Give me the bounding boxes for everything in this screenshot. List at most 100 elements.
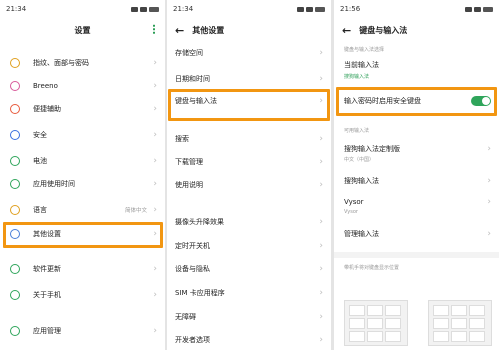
other-settings-item[interactable]: 无障碍 ›	[167, 306, 331, 328]
other-settings-item[interactable]: 使用说明 ›	[167, 174, 331, 196]
page-title: 键盘与输入法	[359, 25, 408, 35]
update-icon	[10, 264, 20, 274]
settings-item[interactable]: 电池 ›	[0, 150, 165, 172]
settings-item[interactable]: 语言 简体中文 ›	[0, 199, 165, 221]
other-settings-item[interactable]: SIM 卡应用程序 ›	[167, 282, 331, 304]
settings-item[interactable]: 应用管理 ›	[0, 320, 165, 342]
ime-sub-3: Vysor	[344, 209, 358, 215]
highlight-other-settings	[3, 222, 163, 248]
manage-ime-row[interactable]: 管理输入法 ›	[334, 225, 499, 243]
keyboard-input-panel: 21:56 ← 键盘与输入法 键盘与输入法选择 当前输入法 搜狗输入法 输入密码…	[334, 0, 499, 350]
section-header-ime: 键盘与输入法选择	[344, 47, 385, 53]
more-options-icon[interactable]	[153, 24, 155, 34]
settings-item[interactable]: 安全 ›	[0, 124, 165, 146]
chevron-right-icon: ›	[487, 197, 491, 207]
battery-icon	[10, 156, 20, 166]
status-time: 21:34	[173, 5, 194, 13]
other-settings-item[interactable]: 定时开关机 ›	[167, 235, 331, 257]
other-settings-item-label: 搜索	[175, 135, 189, 143]
signal-icon	[465, 6, 472, 12]
status-time: 21:56	[340, 5, 361, 13]
status-icons	[131, 6, 159, 12]
status-time: 21:34	[6, 5, 27, 13]
current-ime-row[interactable]: 当前输入法	[334, 58, 499, 72]
other-settings-item[interactable]: 存储空间 ›	[167, 42, 331, 64]
status-bar: 21:34	[0, 0, 165, 18]
other-settings-item-label: 无障碍	[175, 313, 196, 321]
chevron-right-icon: ›	[487, 176, 491, 186]
chevron-right-icon: ›	[319, 217, 323, 227]
chevron-right-icon: ›	[153, 58, 157, 68]
battery-status-icon	[149, 6, 159, 12]
settings-item-label: 指纹、面部与密码	[33, 59, 89, 67]
chevron-right-icon: ›	[153, 205, 157, 215]
settings-panel: 21:34 设置 指纹、面部与密码 › Breeno › 便捷辅助 › 安全 › 电池 › 应用使用…	[0, 0, 165, 350]
divider	[334, 252, 499, 258]
ime-label-3: Vysor	[344, 198, 364, 206]
page-title-bar: ← 其他设置	[167, 18, 331, 42]
chevron-right-icon: ›	[153, 104, 157, 114]
highlight-secure-keyboard	[336, 87, 497, 116]
ime-label-1: 搜狗输入法定制版	[344, 145, 400, 153]
info-icon	[10, 290, 20, 300]
hourglass-icon	[10, 179, 20, 189]
current-ime-label: 当前输入法	[344, 61, 379, 69]
status-icons	[465, 6, 493, 12]
page-title-bar: 设置	[0, 18, 165, 42]
battery-status-icon	[315, 6, 325, 12]
lock-icon	[10, 58, 20, 68]
other-settings-item-label: 摄像头升降效果	[175, 218, 224, 226]
section-header-available: 可用输入法	[344, 128, 370, 134]
chevron-right-icon: ›	[319, 241, 323, 251]
chevron-right-icon: ›	[153, 290, 157, 300]
other-settings-panel: 21:34 ← 其他设置 存储空间 › 日期和时间 › 键盘与输入法 › 搜索 › 下载管理 › 使…	[167, 0, 331, 350]
settings-item-value: 简体中文	[124, 208, 147, 214]
other-settings-item-label: 存储空间	[175, 49, 203, 57]
chevron-right-icon: ›	[153, 130, 157, 140]
ime-row-1[interactable]: 搜狗输入法定制版 ›	[334, 142, 499, 156]
page-title: 设置	[74, 25, 91, 35]
settings-item-label: 软件更新	[33, 265, 61, 273]
other-settings-item[interactable]: 日期和时间 ›	[167, 68, 331, 90]
apps-icon	[10, 326, 20, 336]
other-settings-item-label: 开发者选项	[175, 336, 210, 344]
back-arrow-icon[interactable]: ←	[175, 25, 184, 36]
other-settings-item[interactable]: 设备与隐私 ›	[167, 258, 331, 280]
page-title-bar: ← 键盘与输入法	[334, 18, 499, 42]
page-title: 其他设置	[192, 25, 225, 35]
keyboard-layout-right-option[interactable]	[428, 300, 492, 346]
back-arrow-icon[interactable]: ←	[342, 25, 351, 36]
settings-item[interactable]: 应用使用时间 ›	[0, 173, 165, 195]
settings-item[interactable]: 指纹、面部与密码 ›	[0, 52, 165, 74]
chevron-right-icon: ›	[319, 180, 323, 190]
highlight-keyboard-input	[168, 89, 330, 121]
chevron-right-icon: ›	[319, 288, 323, 298]
section-header-keyboard-position: 带机手将对键盘显示位置	[344, 265, 400, 271]
wifi-icon	[306, 6, 313, 12]
settings-item[interactable]: 关于手机 ›	[0, 284, 165, 306]
settings-item[interactable]: 软件更新 ›	[0, 258, 165, 280]
wifi-icon	[474, 6, 481, 12]
ime-row-2[interactable]: 搜狗输入法 ›	[334, 172, 499, 190]
chevron-right-icon: ›	[487, 229, 491, 239]
status-icons	[297, 6, 325, 12]
other-settings-item[interactable]: 开发者选项 ›	[167, 329, 331, 350]
other-settings-item[interactable]: 摄像头升降效果 ›	[167, 211, 331, 233]
settings-item[interactable]: Breeno ›	[0, 75, 165, 97]
settings-item-label: 应用管理	[33, 327, 61, 335]
signal-icon	[131, 6, 138, 12]
settings-item-label: Breeno	[33, 82, 58, 90]
keyboard-layout-left-option[interactable]	[344, 300, 408, 346]
other-settings-item[interactable]: 搜索 ›	[167, 128, 331, 150]
other-settings-item[interactable]: 下载管理 ›	[167, 151, 331, 173]
settings-item-label: 语言	[33, 206, 47, 214]
ime-label-2: 搜狗输入法	[344, 177, 379, 185]
settings-item-label: 电池	[33, 157, 47, 165]
wifi-icon	[140, 6, 147, 12]
settings-item[interactable]: 便捷辅助 ›	[0, 98, 165, 120]
current-ime-value: 搜狗输入法	[344, 74, 370, 80]
ime-row-3[interactable]: Vysor ›	[334, 195, 499, 209]
chevron-right-icon: ›	[153, 326, 157, 336]
other-settings-item-label: SIM 卡应用程序	[175, 289, 225, 297]
chevron-right-icon: ›	[487, 144, 491, 154]
